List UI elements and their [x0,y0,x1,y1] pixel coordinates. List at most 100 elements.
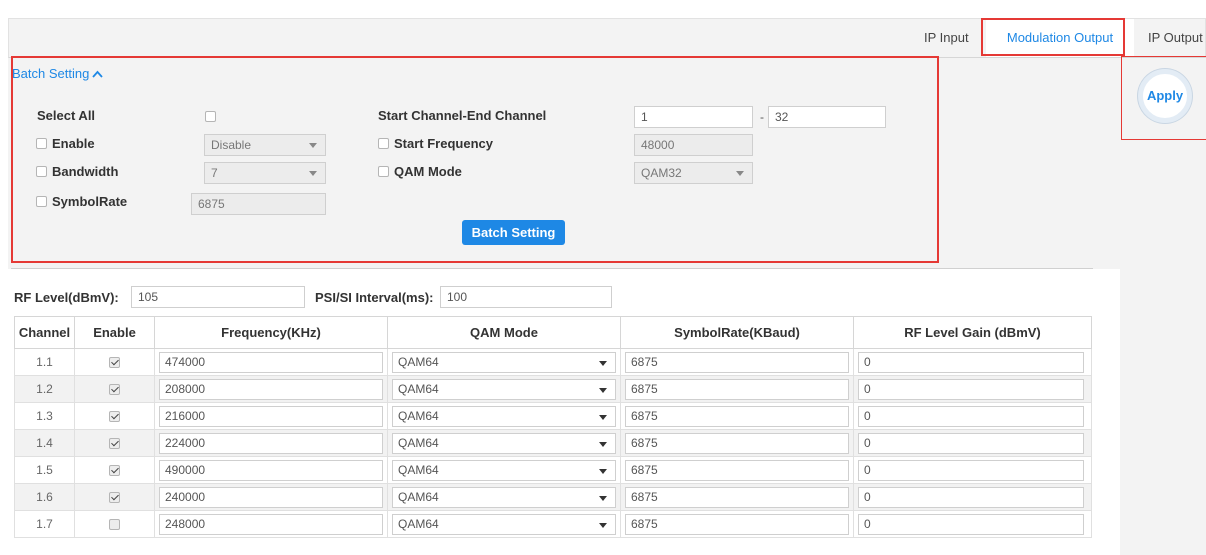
table-row: 1.7 248000 QAM64 6875 0 [14,510,1092,538]
enable-select[interactable]: Disable [204,134,326,156]
range-dash: - [760,110,764,124]
qam-mode-label: QAM Mode [394,164,462,179]
frequency-input[interactable]: 474000 [159,352,383,373]
channel-range-label: Start Channel-End Channel [378,108,547,123]
rf-gain-input[interactable]: 0 [858,406,1084,427]
chevron-down-icon [599,469,607,474]
symbolrate-row-input[interactable]: 6875 [625,460,849,481]
enable-row-checkbox[interactable] [109,492,120,504]
start-frequency-field: Start Frequency [378,136,493,151]
qam-mode-row-value: QAM64 [398,382,439,396]
psi-si-interval-label: PSI/SI Interval(ms): [315,290,434,305]
symbolrate-input[interactable]: 6875 [191,193,326,215]
select-all-label: Select All [37,108,96,123]
rf-gain-cell: 0 [853,510,1092,538]
select-all-checkbox[interactable] [205,111,216,122]
enable-cell [74,348,155,376]
rf-gain-input[interactable]: 0 [858,352,1084,373]
bandwidth-label: Bandwidth [52,164,119,179]
channel-cell: 1.3 [14,402,75,430]
qam-cell: QAM64 [387,402,621,430]
rf-gain-input[interactable]: 0 [858,460,1084,481]
qam-mode-row-value: QAM64 [398,436,439,450]
frequency-cell: 216000 [154,402,388,430]
enable-row-checkbox[interactable] [109,357,120,369]
qam-mode-row-select[interactable]: QAM64 [392,406,616,427]
qam-mode-checkbox[interactable] [378,166,389,177]
qam-cell: QAM64 [387,348,621,376]
tab-modulation-output[interactable]: Modulation Output [986,19,1134,57]
rf-gain-input[interactable]: 0 [858,379,1084,400]
enable-cell [74,510,155,538]
enable-cell [74,483,155,511]
symbolrate-checkbox[interactable] [36,196,47,207]
enable-checkbox[interactable] [36,138,47,149]
qam-cell: QAM64 [387,483,621,511]
symbolrate-row-input[interactable]: 6875 [625,487,849,508]
end-channel-input[interactable]: 32 [768,106,886,128]
table-row: 1.4 224000 QAM64 6875 0 [14,429,1092,457]
frequency-input[interactable]: 240000 [159,487,383,508]
qam-mode-row-select[interactable]: QAM64 [392,487,616,508]
symbolrate-row-input[interactable]: 6875 [625,433,849,454]
rf-gain-input[interactable]: 0 [858,487,1084,508]
channel-cell: 1.1 [14,348,75,376]
frequency-input[interactable]: 208000 [159,379,383,400]
qam-mode-row-select[interactable]: QAM64 [392,514,616,535]
enable-row-checkbox[interactable] [109,438,120,450]
start-channel-input[interactable]: 1 [634,106,753,128]
tab-ip-output[interactable]: IP Output [1148,19,1203,57]
chevron-down-icon [599,523,607,528]
rf-gain-input[interactable]: 0 [858,433,1084,454]
header-channel: Channel [14,316,75,349]
batch-setting-toggle[interactable]: Batch Setting [12,66,103,81]
qam-mode-select-value: QAM32 [641,166,682,180]
psi-si-interval-input[interactable]: 100 [440,286,612,308]
symbolrate-row-input[interactable]: 6875 [625,514,849,535]
qam-mode-row-select[interactable]: QAM64 [392,460,616,481]
enable-row-checkbox[interactable] [109,384,120,396]
rf-gain-input[interactable]: 0 [858,514,1084,535]
frequency-input[interactable]: 216000 [159,406,383,427]
header-symbolrate: SymbolRate(KBaud) [620,316,854,349]
tab-ip-input[interactable]: IP Input [924,19,969,57]
header-enable: Enable [74,316,155,349]
enable-cell [74,402,155,430]
frequency-cell: 248000 [154,510,388,538]
bandwidth-checkbox[interactable] [36,166,47,177]
bandwidth-select[interactable]: 7 [204,162,326,184]
start-frequency-checkbox[interactable] [378,138,389,149]
frequency-cell: 208000 [154,375,388,403]
apply-button[interactable]: Apply [1138,69,1192,123]
section-divider [11,268,1093,269]
frequency-input[interactable]: 224000 [159,433,383,454]
qam-mode-row-value: QAM64 [398,517,439,531]
symbolrate-row-input[interactable]: 6875 [625,352,849,373]
frequency-cell: 474000 [154,348,388,376]
qam-mode-row-value: QAM64 [398,463,439,477]
start-frequency-input[interactable]: 48000 [634,134,753,156]
rf-level-input[interactable]: 105 [131,286,305,308]
enable-row-checkbox[interactable] [109,465,120,477]
frequency-input[interactable]: 248000 [159,514,383,535]
enable-row-checkbox[interactable] [109,411,120,423]
qam-mode-row-select[interactable]: QAM64 [392,433,616,454]
batch-setting-toggle-label: Batch Setting [12,66,90,81]
enable-field: Enable [36,136,95,151]
enable-row-checkbox[interactable] [109,519,120,531]
symbolrate-cell: 6875 [620,402,854,430]
qam-cell: QAM64 [387,510,621,538]
symbolrate-row-input[interactable]: 6875 [625,379,849,400]
qam-mode-select[interactable]: QAM32 [634,162,753,184]
batch-setting-button[interactable]: Batch Setting [462,220,565,245]
qam-mode-row-select[interactable]: QAM64 [392,379,616,400]
symbolrate-row-input[interactable]: 6875 [625,406,849,427]
rf-gain-cell: 0 [853,429,1092,457]
rf-gain-cell: 0 [853,375,1092,403]
enable-label: Enable [52,136,95,151]
bandwidth-select-value: 7 [211,166,218,180]
frequency-input[interactable]: 490000 [159,460,383,481]
qam-mode-row-value: QAM64 [398,355,439,369]
symbolrate-cell: 6875 [620,429,854,457]
qam-mode-row-select[interactable]: QAM64 [392,352,616,373]
